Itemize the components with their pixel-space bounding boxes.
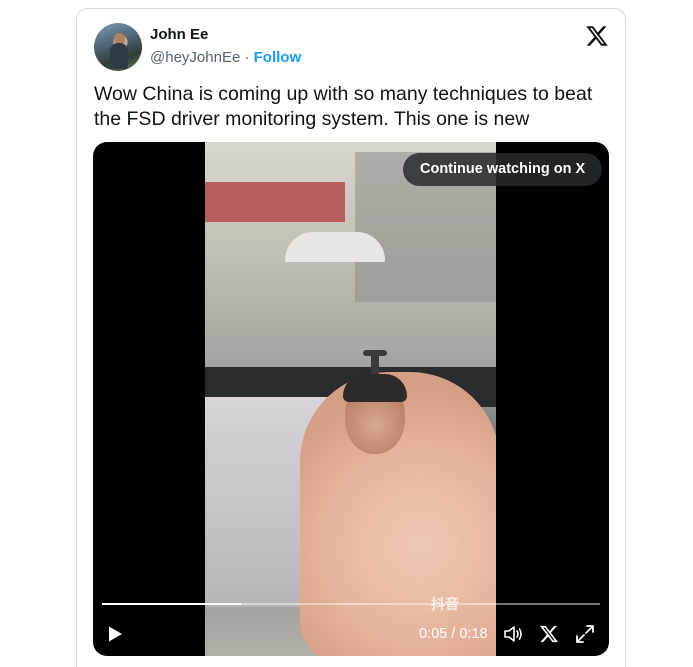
fullscreen-icon[interactable] (575, 624, 595, 644)
video-progress-bar[interactable] (102, 603, 600, 605)
avatar[interactable] (94, 23, 142, 71)
play-icon[interactable] (106, 625, 124, 643)
video-figurine-hair (343, 374, 407, 402)
video-time: 0:05 / 0:18 (419, 626, 488, 642)
continue-watching-button[interactable]: Continue watching on X (403, 153, 603, 186)
video-bg-sign (205, 182, 345, 222)
video-controls: 0:05 / 0:18 (93, 618, 609, 650)
duration: 0:18 (459, 626, 488, 642)
video-frame (205, 142, 496, 656)
tweet-text: Wow China is coming up with so many tech… (94, 83, 593, 130)
video-bg-umbrella (285, 232, 385, 262)
handle-separator: · (244, 49, 250, 66)
avatar-figure (110, 43, 128, 69)
follow-button[interactable]: Follow (254, 49, 302, 66)
x-logo-icon[interactable] (585, 24, 609, 48)
volume-icon[interactable] (503, 624, 523, 644)
video-progress-fill (102, 603, 242, 605)
x-logo-icon[interactable] (539, 624, 559, 644)
current-time: 0:05 (419, 626, 448, 642)
author-handle[interactable]: @heyJohnEe (150, 49, 240, 66)
author-name[interactable]: John Ee (150, 26, 208, 43)
video-player[interactable]: Continue watching on X 抖音 0:05 / 0:18 (93, 142, 609, 656)
author-handle-row: @heyJohnEe · Follow (150, 49, 301, 66)
time-separator: / (447, 626, 460, 642)
